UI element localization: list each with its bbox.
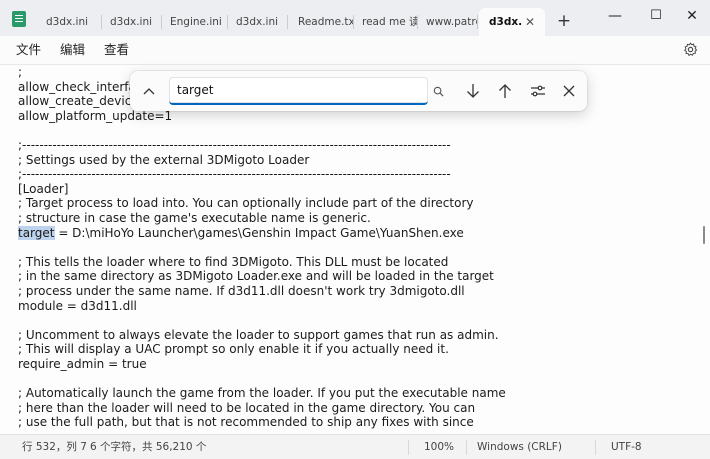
scrollbar-thumb[interactable] bbox=[703, 226, 705, 244]
close-icon[interactable] bbox=[558, 80, 580, 102]
tab-label: d3dx.ini bbox=[236, 16, 279, 28]
editor-line[interactable]: ; Target process to load into. You can o… bbox=[18, 196, 506, 211]
chevron-up-icon[interactable] bbox=[138, 81, 160, 101]
editor-line[interactable] bbox=[18, 123, 506, 138]
editor-line[interactable]: ; This tells the loader where to find 3D… bbox=[18, 255, 506, 270]
find-input[interactable] bbox=[169, 77, 428, 105]
tab-5[interactable]: Readme.txt bbox=[290, 8, 354, 36]
editor-line[interactable]: ; process under the same name. If d3d11.… bbox=[18, 284, 506, 299]
tab-label: Readme.txt bbox=[298, 16, 354, 28]
find-options-sliders-icon[interactable] bbox=[527, 80, 549, 102]
tab-2[interactable]: d3dx.ini bbox=[102, 8, 162, 36]
tab-label: d3dx.ini bbox=[110, 16, 153, 28]
editor-line[interactable]: ; Uncomment to always elevate the loader… bbox=[18, 328, 506, 343]
tab-6[interactable]: read me 读我 bbox=[354, 8, 418, 36]
tab-label: d3dx.ini bbox=[46, 16, 89, 28]
tab-3[interactable]: Engine.ini bbox=[162, 8, 228, 36]
menu-view[interactable]: 查看 bbox=[104, 36, 129, 64]
tab-label: www.patre bbox=[426, 16, 478, 28]
maximize-button[interactable]: ☐ bbox=[637, 4, 675, 28]
editor-line[interactable] bbox=[18, 313, 506, 328]
cursor-position: 行 532，列 7 bbox=[22, 441, 87, 453]
editor-line[interactable]: ; in the same directory as 3DMigoto Load… bbox=[18, 269, 506, 284]
tab-label: read me 读我 bbox=[362, 16, 418, 28]
zoom-level[interactable]: 100% bbox=[424, 435, 454, 459]
editor-line[interactable] bbox=[18, 240, 506, 255]
search-match-highlight: target bbox=[18, 225, 55, 240]
status-divider bbox=[408, 440, 409, 455]
tab-close-icon[interactable]: ✕ bbox=[525, 8, 535, 36]
close-window-button[interactable]: ✕ bbox=[673, 4, 710, 28]
editor-line[interactable]: ; This will display a UAC prompt so only… bbox=[18, 342, 506, 357]
editor-content[interactable]: ; allow_check_interface allow_create_devic… bbox=[18, 65, 506, 430]
tab-label: Engine.ini bbox=[170, 16, 222, 28]
status-bar: 行 532，列 7 6 个字符，共 56,210 个 100% Windows … bbox=[0, 434, 710, 459]
status-divider bbox=[595, 440, 596, 455]
find-next-arrow-down-icon[interactable] bbox=[462, 80, 484, 102]
new-tab-button[interactable]: + bbox=[553, 10, 575, 32]
menu-file[interactable]: 文件 bbox=[16, 36, 41, 64]
menu-bar: 文件 编辑 查看 bbox=[0, 36, 710, 64]
editor-line[interactable]: ; structure in case the game's executabl… bbox=[18, 211, 506, 226]
tab-7[interactable]: www.patre bbox=[418, 8, 478, 36]
tab-1[interactable]: d3dx.ini bbox=[38, 8, 102, 36]
editor-line[interactable]: target = D:\miHoYo Launcher\games\Genshi… bbox=[18, 225, 506, 241]
tab-label: d3dx. bbox=[489, 16, 523, 28]
text-editor[interactable]: ; allow_check_interface allow_create_devic… bbox=[0, 64, 710, 434]
editor-line[interactable]: ; use the full path, but that is not rec… bbox=[18, 415, 506, 430]
tab-active[interactable]: d3dx. ✕ bbox=[479, 8, 545, 36]
minimize-button[interactable]: — bbox=[596, 4, 634, 28]
menu-edit[interactable]: 编辑 bbox=[60, 36, 85, 64]
editor-line-text: = D:\miHoYo Launcher\games\Genshin Impac… bbox=[54, 225, 464, 240]
editor-line[interactable]: [Loader] bbox=[18, 182, 506, 197]
notepad-app-icon bbox=[12, 11, 26, 27]
editor-line[interactable]: ;---------------------------------------… bbox=[18, 167, 506, 182]
status-divider bbox=[466, 440, 467, 455]
editor-line[interactable]: ; Automatically launch the game from the… bbox=[18, 386, 506, 401]
line-ending[interactable]: Windows (CRLF) bbox=[477, 435, 562, 459]
editor-line[interactable]: ; Settings used by the external 3DMigoto… bbox=[18, 153, 506, 168]
find-panel bbox=[130, 71, 587, 111]
editor-line[interactable]: ;---------------------------------------… bbox=[18, 138, 506, 153]
title-bar: d3dx.ini d3dx.ini Engine.ini d3dx.ini Re… bbox=[0, 0, 710, 36]
tab-4[interactable]: d3dx.ini bbox=[228, 8, 288, 36]
gear-icon[interactable] bbox=[683, 42, 698, 57]
editor-line[interactable]: require_admin = true bbox=[18, 357, 506, 372]
editor-line[interactable] bbox=[18, 371, 506, 386]
search-icon[interactable] bbox=[433, 86, 444, 97]
editor-line[interactable]: module = d3d11.dll bbox=[18, 299, 506, 314]
encoding[interactable]: UTF-8 bbox=[611, 435, 642, 459]
find-previous-arrow-up-icon[interactable] bbox=[494, 80, 516, 102]
editor-line[interactable]: ; here than the loader will need to be l… bbox=[18, 401, 506, 416]
selection-count: 6 个字符，共 56,210 个 bbox=[90, 441, 207, 453]
